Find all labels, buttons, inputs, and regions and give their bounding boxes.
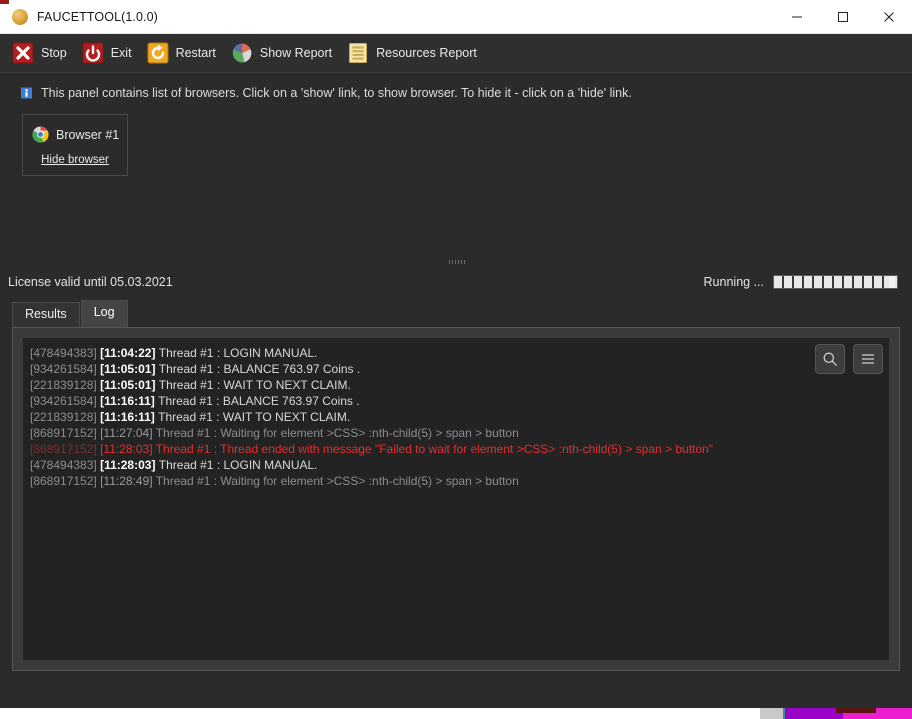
show-report-button-label: Show Report (259, 46, 333, 60)
status-bar: License valid until 05.03.2021 Running .… (0, 269, 912, 295)
log-line-id: [934261584] (30, 394, 101, 408)
log-line-time: [11:16:11] (100, 394, 159, 408)
log-line-time: [11:28:03] (100, 458, 159, 472)
title-bar: FAUCETTOOL(1.0.0) (0, 0, 912, 34)
running-label: Running ... (703, 275, 764, 289)
desktop-strip-purple (785, 708, 843, 719)
tab-results[interactable]: Results (12, 302, 80, 327)
log-line-message: Thread #1 : BALANCE 763.97 Coins . (158, 362, 361, 376)
log-line-time: [11:05:01] (100, 362, 159, 376)
log-line: [934261584] [11:16:11] Thread #1 : BALAN… (30, 393, 879, 409)
restart-button[interactable]: Restart (145, 38, 225, 68)
log-line-time: [11:16:11] (100, 410, 159, 424)
browser-card-header: Browser #1 (32, 126, 120, 143)
log-menu-button[interactable] (853, 344, 883, 374)
log-line: [221839128] [11:05:01] Thread #1 : WAIT … (30, 377, 879, 393)
exit-button-label: Exit (110, 46, 132, 60)
log-line-message: Thread #1 : Waiting for element >CSS> :n… (155, 426, 519, 440)
search-icon (823, 352, 837, 366)
desktop-strip (0, 708, 912, 719)
desktop-strip-gray (760, 708, 783, 719)
progress-bar (773, 275, 898, 289)
resources-report-button[interactable]: Resources Report (345, 38, 486, 68)
browser-list: Browser #1 Hide browser (0, 100, 912, 255)
close-button[interactable] (866, 0, 912, 33)
stop-button[interactable]: Stop (10, 38, 76, 68)
browser-card[interactable]: Browser #1 Hide browser (22, 114, 128, 176)
log-line-id: [221839128] (30, 410, 101, 424)
pie-chart-icon (232, 43, 252, 63)
log-line-message: Thread #1 : WAIT TO NEXT CLAIM. (158, 410, 351, 424)
application-window: FAUCETTOOL(1.0.0) Stop Exit Restart Show… (0, 0, 912, 708)
log-line-id: [934261584] (30, 362, 101, 376)
resources-report-button-label: Resources Report (376, 46, 477, 60)
log-line-id: [868917152] (30, 426, 101, 440)
progress-bar-fill (774, 276, 897, 288)
log-line-id: [478494383] (30, 458, 101, 472)
log-line: [934261584] [11:05:01] Thread #1 : BALAN… (30, 361, 879, 377)
license-label: License valid until 05.03.2021 (8, 275, 173, 289)
tab-log[interactable]: Log (80, 300, 128, 327)
panel-splitter[interactable] (0, 255, 912, 269)
coin-icon (12, 8, 28, 25)
stop-button-label: Stop (41, 46, 67, 60)
stop-x-icon (12, 42, 34, 64)
log-toolbar (815, 344, 883, 374)
tab-results-label: Results (25, 307, 67, 321)
log-line: [478494383] [11:04:22] Thread #1 : LOGIN… (30, 345, 879, 361)
exit-button[interactable]: Exit (80, 38, 141, 68)
restart-button-label: Restart (175, 46, 216, 60)
splitter-grip-icon (449, 260, 465, 264)
main-toolbar: Stop Exit Restart Show Report Resources … (0, 34, 912, 73)
chrome-icon (32, 126, 49, 143)
log-line: [478494383] [11:28:03] Thread #1 : LOGIN… (30, 457, 879, 473)
show-report-button[interactable]: Show Report (229, 38, 341, 68)
log-panel: [478494383] [11:04:22] Thread #1 : LOGIN… (12, 327, 900, 671)
info-icon (21, 87, 32, 99)
tab-log-label: Log (93, 305, 115, 319)
log-line-message: Thread #1 : LOGIN MANUAL. (158, 346, 318, 360)
log-line: [221839128] [11:16:11] Thread #1 : WAIT … (30, 409, 879, 425)
browser-name-label: Browser #1 (56, 127, 120, 142)
info-banner-text: This panel contains list of browsers. Cl… (41, 86, 632, 100)
maximize-button[interactable] (820, 0, 866, 33)
title-accent-mark (0, 0, 9, 4)
log-line-message: Thread #1 : Waiting for element >CSS> :n… (155, 474, 519, 488)
log-line-time: [11:28:49] (100, 474, 156, 488)
log-line-message: Thread #1 : LOGIN MANUAL. (158, 458, 318, 472)
menu-icon (862, 354, 874, 364)
power-icon (82, 42, 104, 64)
minimize-button[interactable] (774, 0, 820, 33)
window-title: FAUCETTOOL(1.0.0) (37, 9, 158, 24)
info-banner: This panel contains list of browsers. Cl… (0, 73, 912, 100)
log-line-id: [868917152] (30, 442, 101, 456)
log-line-message: Thread #1 : WAIT TO NEXT CLAIM. (158, 378, 351, 392)
restart-icon (147, 42, 169, 64)
log-line: [868917152] [11:27:04] Thread #1 : Waiti… (30, 425, 879, 441)
log-line-id: [478494383] (30, 346, 101, 360)
log-line-id: [868917152] (30, 474, 101, 488)
log-line-time: [11:27:04] (100, 426, 156, 440)
running-status: Running ... (704, 275, 898, 289)
log-line-list: [478494383] [11:04:22] Thread #1 : LOGIN… (30, 345, 879, 489)
log-line-message: Thread #1 : Thread ended with message "F… (155, 442, 713, 456)
log-line-time: [11:28:03] (100, 442, 156, 456)
log-line-message: Thread #1 : BALANCE 763.97 Coins . (158, 394, 360, 408)
log-line: [868917152] [11:28:03] Thread #1 : Threa… (30, 441, 879, 457)
desktop-strip-dark (836, 708, 876, 713)
log-output[interactable]: [478494383] [11:04:22] Thread #1 : LOGIN… (23, 338, 889, 660)
progress-bar-knob (889, 276, 895, 288)
window-controls (774, 0, 912, 33)
log-line: [868917152] [11:28:49] Thread #1 : Waiti… (30, 473, 879, 489)
log-line-time: [11:04:22] (100, 346, 159, 360)
log-line-time: [11:05:01] (100, 378, 159, 392)
log-search-button[interactable] (815, 344, 845, 374)
tab-bar: Results Log (0, 300, 912, 327)
hide-browser-link[interactable]: Hide browser (32, 154, 118, 166)
list-report-icon (349, 43, 368, 63)
log-line-id: [221839128] (30, 378, 101, 392)
